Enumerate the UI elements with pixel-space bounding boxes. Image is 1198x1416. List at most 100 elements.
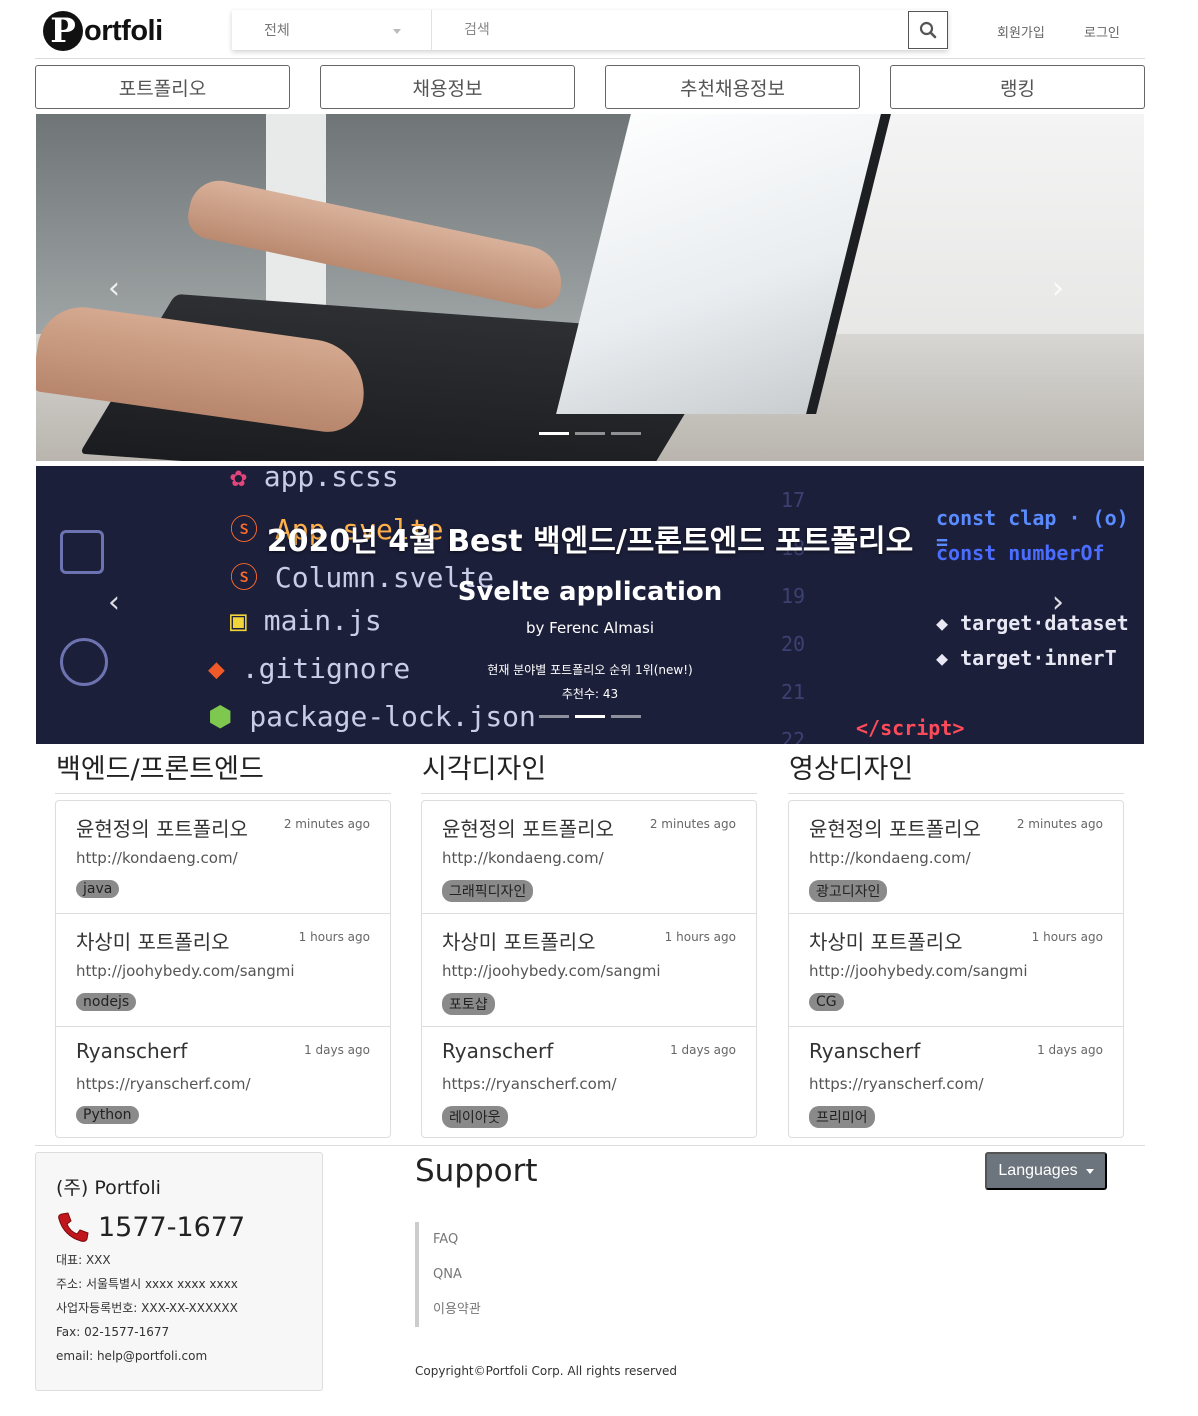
company-name: (주) Portfoli [56,1177,161,1199]
logo-mark: P [43,11,83,51]
item-title: 윤현정의 포트폴리오 [809,817,981,841]
item-time: 1 days ago [304,1043,370,1057]
item-title: 윤현정의 포트폴리오 [442,817,614,841]
item-tag: nodejs [76,993,137,1011]
list-item[interactable]: Ryanscherf 1 days ago https://ryanscherf… [422,1027,756,1137]
nav-recommended-jobs-button[interactable]: 추천채용정보 [605,65,860,109]
item-url[interactable]: https://ryanscherf.com/ [809,1075,984,1093]
item-time: 1 hours ago [298,930,370,944]
category-title: 백엔드/프론트엔드 [55,748,391,794]
code-file: ✿ app.scss [230,466,399,493]
item-time: 2 minutes ago [283,817,370,831]
footer-divider [35,1145,1145,1146]
item-title: 차상미 포트폴리오 [442,930,596,954]
best-indicator-1[interactable] [539,715,569,718]
support-links: FAQ QNA 이용약관 [415,1222,481,1327]
chevron-right-icon[interactable]: › [1052,274,1064,304]
code-fragment: </script> [856,716,965,740]
category-title: 시각디자인 [421,748,757,794]
search-icon [919,21,937,39]
hero-indicator-3[interactable] [611,432,641,435]
chevron-left-icon[interactable]: ‹ [108,588,120,618]
hero-indicator-2[interactable] [575,432,605,435]
item-title: 차상미 포트폴리오 [76,930,230,954]
logo[interactable]: P ortfoli [43,10,163,52]
list-item[interactable]: Ryanscherf 1 days ago https://ryanscherf… [56,1027,390,1137]
item-time: 2 minutes ago [649,817,736,831]
list-item[interactable]: 차상미 포트폴리오 1 hours ago http://joohybedy.c… [422,914,756,1027]
caret-down-icon [1085,1168,1094,1174]
company-ceo: 대표: XXX [56,1253,111,1267]
chevron-left-icon[interactable]: ‹ [108,274,120,304]
login-link[interactable]: 로그인 [1084,22,1120,41]
category-column-video-design: 영상디자인 윤현정의 포트폴리오 2 minutes ago http://ko… [788,748,1124,1138]
portfolio-list: 윤현정의 포트폴리오 2 minutes ago http://kondaeng… [421,800,757,1138]
nav-portfolio-button[interactable]: 포트폴리오 [35,65,290,109]
faq-link[interactable]: FAQ [433,1222,481,1257]
hero-indicators [539,432,641,435]
nav-jobs-button[interactable]: 채용정보 [320,65,575,109]
caret-down-icon [393,29,401,34]
list-item[interactable]: 차상미 포트폴리오 1 hours ago http://joohybedy.c… [56,914,390,1027]
item-url[interactable]: http://joohybedy.com/sangmi [76,962,295,980]
best-recommend-count: 추천수: 43 [561,687,619,701]
item-url[interactable]: http://joohybedy.com/sangmi [809,962,1028,980]
company-address: 주소: 서울특별시 xxxx xxxx xxxx [56,1277,238,1291]
best-carousel: ✿ app.scss ⓢ App.svelte ⓢ Column.svelte … [36,466,1144,744]
best-indicator-3[interactable] [611,715,641,718]
search-bar: 전체 [232,10,948,50]
search-button[interactable] [908,11,948,49]
category-title: 영상디자인 [788,748,1124,794]
item-title: Ryanscherf [76,1039,188,1063]
item-title: Ryanscherf [442,1039,554,1063]
best-indicators [539,715,641,718]
item-url[interactable]: http://kondaeng.com/ [442,849,604,867]
search-category-select[interactable]: 전체 [232,10,432,50]
item-time: 1 hours ago [664,930,736,944]
phone-row: 1577-1677 [56,1210,302,1244]
search-input[interactable] [432,10,948,50]
portfolio-list: 윤현정의 포트폴리오 2 minutes ago http://kondaeng… [788,800,1124,1138]
item-url[interactable]: http://joohybedy.com/sangmi [442,962,661,980]
category-column-visual-design: 시각디자인 윤현정의 포트폴리오 2 minutes ago http://ko… [421,748,757,1138]
code-file: ⬢ package-lock.json [208,700,536,733]
nav-ranking-button[interactable]: 랭킹 [890,65,1145,109]
logo-text: ortfoli [84,14,163,47]
item-url[interactable]: https://ryanscherf.com/ [76,1075,251,1093]
hero-carousel: ‹ › [36,114,1144,461]
item-url[interactable]: http://kondaeng.com/ [76,849,238,867]
qna-link[interactable]: QNA [433,1257,481,1292]
phone-number: 1577-1677 [98,1211,246,1243]
item-url[interactable]: http://kondaeng.com/ [809,849,971,867]
terms-link[interactable]: 이용약관 [433,1292,481,1327]
list-item[interactable]: 윤현정의 포트폴리오 2 minutes ago http://kondaeng… [56,801,390,914]
item-tag: 그래픽디자인 [442,880,534,902]
languages-dropdown-button[interactable]: Languages [985,1152,1107,1190]
support-title: Support [415,1153,538,1189]
company-info-card: (주) Portfoli 1577-1677 대표: XXX 주소: 서울특별시… [35,1152,323,1391]
item-time: 2 minutes ago [1016,817,1103,831]
item-tag: 프리미어 [809,1106,875,1128]
portfolio-list: 윤현정의 포트폴리오 2 minutes ago http://kondaeng… [55,800,391,1138]
list-item[interactable]: Ryanscherf 1 days ago https://ryanscherf… [789,1027,1123,1137]
item-title: 윤현정의 포트폴리오 [76,817,248,841]
chevron-right-icon[interactable]: › [1052,588,1064,618]
list-item[interactable]: 차상미 포트폴리오 1 hours ago http://joohybedy.c… [789,914,1123,1027]
best-heading: 2020년 4월 Best 백엔드/프론트엔드 포트폴리오 [266,524,914,559]
company-details: 대표: XXX 주소: 서울특별시 xxxx xxxx xxxx 사업자등록번호… [56,1248,302,1368]
list-item[interactable]: 윤현정의 포트폴리오 2 minutes ago http://kondaeng… [789,801,1123,914]
languages-label: Languages [998,1162,1078,1179]
item-tag: 레이아웃 [442,1106,508,1128]
item-tag: 포토샵 [442,993,495,1015]
company-fax: Fax: 02-1577-1677 [56,1325,170,1339]
item-url[interactable]: https://ryanscherf.com/ [442,1075,617,1093]
item-time: 1 hours ago [1031,930,1103,944]
signup-link[interactable]: 회원가입 [997,22,1045,41]
category-column-backend-frontend: 백엔드/프론트엔드 윤현정의 포트폴리오 2 minutes ago http:… [55,748,391,1138]
item-title: 차상미 포트폴리오 [809,930,963,954]
hero-indicator-1[interactable] [539,432,569,435]
best-indicator-2[interactable] [575,715,605,718]
list-item[interactable]: 윤현정의 포트폴리오 2 minutes ago http://kondaeng… [422,801,756,914]
item-tag: Python [76,1106,139,1124]
item-title: Ryanscherf [809,1039,921,1063]
